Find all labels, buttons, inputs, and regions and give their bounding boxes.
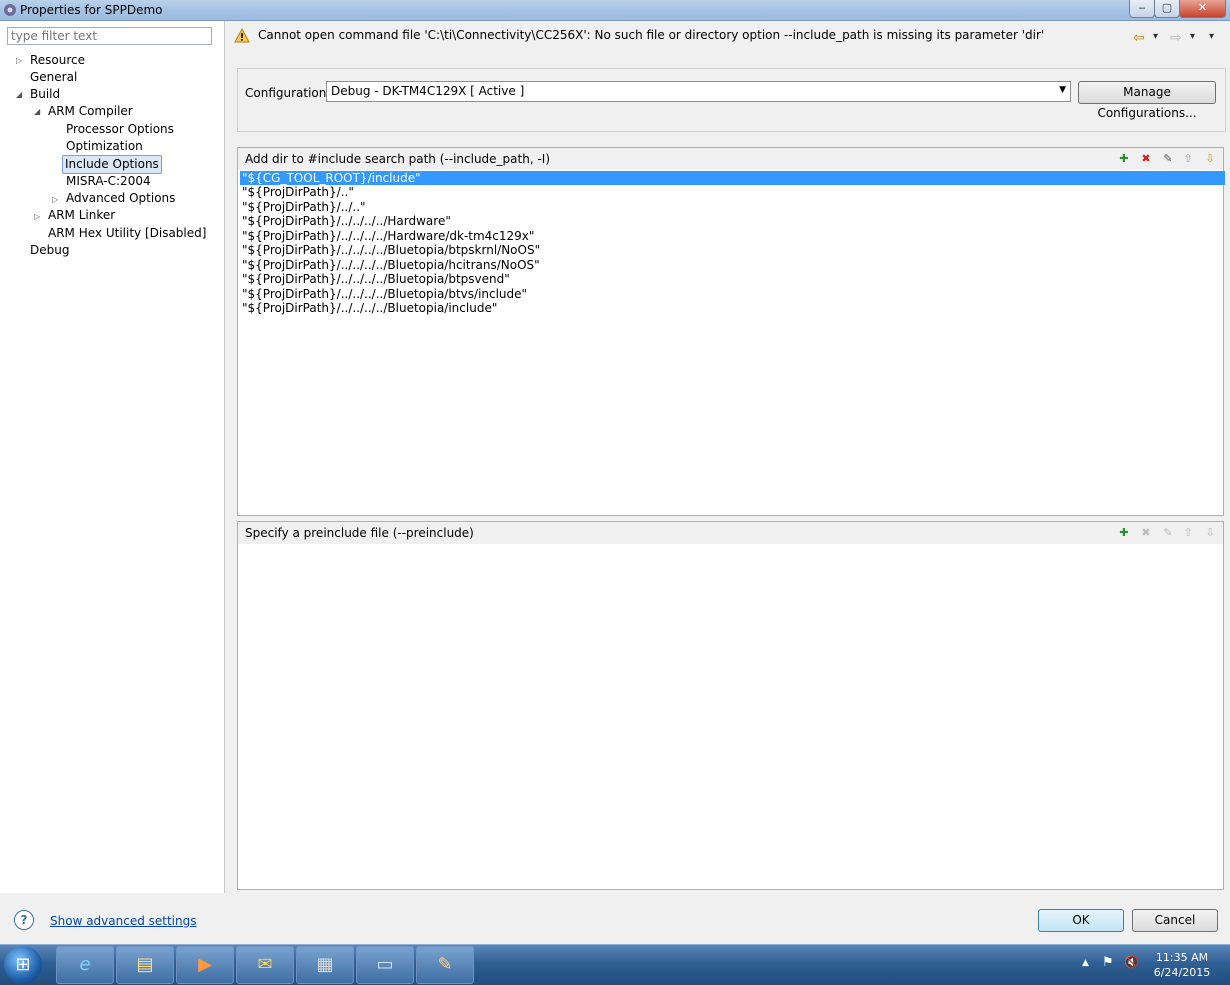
minimize-button[interactable]: ‒ <box>1129 0 1155 18</box>
include-path-item[interactable]: "${ProjDirPath}/../../../../Bluetopia/bt… <box>240 243 1225 257</box>
filter-input[interactable] <box>7 27 212 45</box>
expand-icon[interactable]: ▷ <box>34 212 40 221</box>
ok-button[interactable]: OK <box>1038 909 1124 932</box>
mail-icon[interactable]: ✉ <box>236 946 294 984</box>
configuration-value: Debug - DK-TM4C129X [ Active ] <box>331 84 525 98</box>
preinclude-header: Specify a preinclude file (--preinclude)… <box>238 522 1223 544</box>
move-up-icon[interactable]: ⇧ <box>1181 526 1195 540</box>
include-path-item[interactable]: "${ProjDirPath}/../../../../Bluetopia/bt… <box>240 272 1225 286</box>
paint-icon[interactable]: ✎ <box>416 946 474 984</box>
show-hidden-icons-icon[interactable]: ▲ <box>1082 958 1089 968</box>
close-button[interactable]: ✕ <box>1179 0 1226 18</box>
collapse-icon[interactable]: ◢ <box>34 107 40 116</box>
warning-message: Cannot open command file 'C:\ti\Connecti… <box>232 26 1222 48</box>
remote-desktop-icon[interactable]: ▭ <box>356 946 414 984</box>
expand-icon[interactable]: ▷ <box>16 56 22 65</box>
internet-explorer-icon[interactable]: e <box>56 946 114 984</box>
tree-item-misra[interactable]: MISRA-C:2004 <box>66 173 151 190</box>
tree-item-debug[interactable]: Debug <box>30 242 69 259</box>
include-path-item[interactable]: "${ProjDirPath}/../../../../Hardware" <box>240 214 1225 228</box>
tree-item-arm-compiler[interactable]: ARM Compiler <box>48 103 133 120</box>
manage-configurations-button[interactable]: Manage Configurations... <box>1078 81 1216 120</box>
include-path-item[interactable]: "${ProjDirPath}/../.." <box>240 200 1225 214</box>
include-path-header: Add dir to #include search path (--inclu… <box>238 148 1223 170</box>
warning-icon <box>234 28 250 43</box>
dropdown-arrow-icon: ▼ <box>1059 85 1066 95</box>
include-path-item[interactable]: "${ProjDirPath}/.." <box>240 185 1225 199</box>
edit-icon[interactable]: ✎ <box>1161 526 1175 540</box>
delete-icon[interactable]: ✖ <box>1139 526 1153 540</box>
tree-item-processor-options[interactable]: Processor Options <box>66 121 174 138</box>
tree-item-include-options[interactable]: Include Options <box>62 155 162 174</box>
clock-date: 6/24/2015 <box>1153 966 1211 979</box>
move-down-icon[interactable]: ⇩ <box>1203 526 1217 540</box>
preinclude-title: Specify a preinclude file (--preinclude) <box>245 526 474 540</box>
tree-item-general[interactable]: General <box>30 69 77 86</box>
move-up-icon[interactable]: ⇧ <box>1181 152 1195 166</box>
warning-text: Cannot open command file 'C:\ti\Connecti… <box>258 28 1045 42</box>
configuration-select[interactable]: Debug - DK-TM4C129X [ Active ] ▼ <box>326 81 1071 102</box>
maximize-button[interactable]: ▢ <box>1154 0 1180 18</box>
window-title: Properties for SPPDemo <box>20 3 163 17</box>
clock[interactable]: 11:35 AM 6/24/2015 <box>1150 950 1214 980</box>
include-path-title: Add dir to #include search path (--inclu… <box>245 152 551 166</box>
forward-dropdown-icon[interactable]: ▾ <box>1190 31 1195 42</box>
tree-item-arm-hex-utility[interactable]: ARM Hex Utility [Disabled] <box>48 225 206 242</box>
include-path-item[interactable]: "${ProjDirPath}/../../../../Bluetopia/in… <box>240 301 1225 315</box>
add-icon[interactable]: ✚ <box>1117 526 1131 540</box>
back-arrow-icon[interactable]: ⇦ <box>1133 30 1145 46</box>
tree-item-build[interactable]: Build <box>30 86 60 103</box>
include-path-panel: Add dir to #include search path (--inclu… <box>237 147 1225 516</box>
collapse-icon[interactable]: ◢ <box>16 90 22 99</box>
media-player-icon[interactable]: ▶ <box>176 946 234 984</box>
preinclude-panel: Specify a preinclude file (--preinclude)… <box>237 521 1224 890</box>
move-down-icon[interactable]: ⇩ <box>1203 152 1217 166</box>
start-button[interactable]: ⊞ <box>4 946 42 984</box>
tree-item-resource[interactable]: Resource <box>30 52 85 69</box>
include-path-item[interactable]: "${ProjDirPath}/../../../../Bluetopia/bt… <box>240 287 1225 301</box>
add-icon[interactable]: ✚ <box>1117 152 1131 166</box>
include-path-item[interactable]: "${CG_TOOL_ROOT}/include" <box>240 171 1225 185</box>
tree-item-advanced-options[interactable]: Advanced Options <box>66 190 175 207</box>
tree-item-arm-linker[interactable]: ARM Linker <box>48 207 115 224</box>
title-bar[interactable]: Properties for SPPDemo ‒ ▢ ✕ <box>0 0 1230 21</box>
view-menu-icon[interactable]: ▾ <box>1209 31 1214 42</box>
cancel-button[interactable]: Cancel <box>1132 909 1218 932</box>
help-icon[interactable]: ? <box>14 910 34 930</box>
app-icon <box>4 4 16 16</box>
configuration-label: Configuration: <box>245 86 331 100</box>
navigation-panel: ▷ Resource General ◢ Build ◢ ARM Compile… <box>0 21 225 893</box>
forward-arrow-icon[interactable]: ⇨ <box>1170 30 1182 46</box>
clock-time: 11:35 AM <box>1155 951 1209 964</box>
tree-item-optimization[interactable]: Optimization <box>66 138 143 155</box>
expand-icon[interactable]: ▷ <box>52 195 58 204</box>
volume-icon[interactable]: 🔇 <box>1124 955 1139 969</box>
action-center-flag-icon[interactable]: ⚑ <box>1102 955 1114 970</box>
file-explorer-icon[interactable]: ▤ <box>116 946 174 984</box>
navigation-controls: ⇦ ▾ ⇨ ▾ ▾ <box>1130 30 1225 46</box>
show-advanced-settings-link[interactable]: Show advanced settings <box>50 914 197 928</box>
include-path-item[interactable]: "${ProjDirPath}/../../../../Bluetopia/hc… <box>240 258 1225 272</box>
delete-icon[interactable]: ✖ <box>1139 152 1153 166</box>
back-dropdown-icon[interactable]: ▾ <box>1153 31 1158 42</box>
edit-icon[interactable]: ✎ <box>1161 152 1175 166</box>
app-cube-icon[interactable]: ▦ <box>296 946 354 984</box>
include-path-item[interactable]: "${ProjDirPath}/../../../../Hardware/dk-… <box>240 229 1225 243</box>
